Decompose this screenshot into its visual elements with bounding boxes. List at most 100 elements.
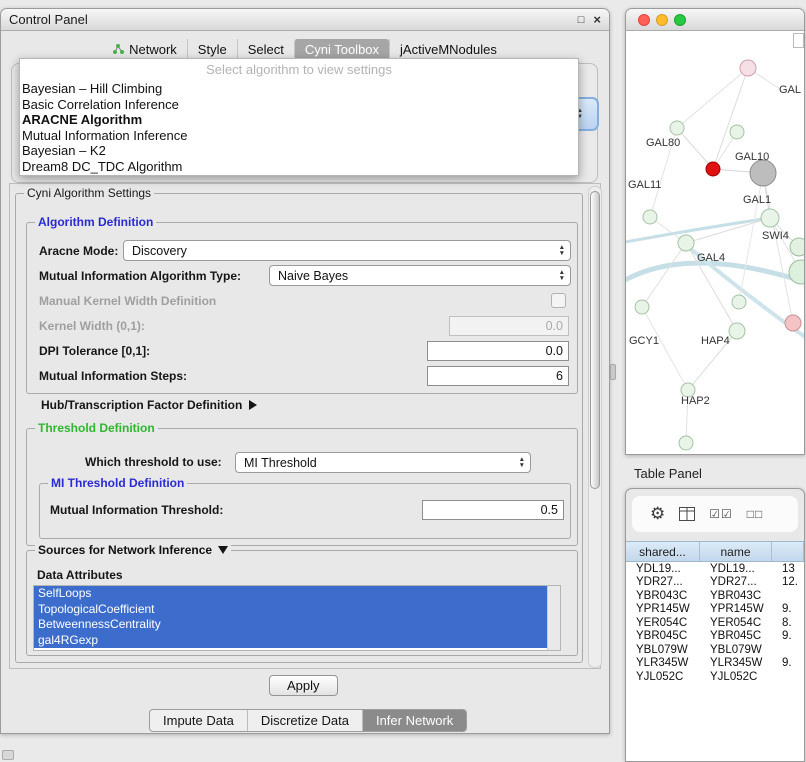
network-node[interactable] [729,323,745,339]
group-title: Cyni Algorithm Settings [24,186,154,200]
list-scrollbar[interactable] [547,586,560,650]
combo-value: MI Threshold [244,456,317,470]
field-value: 0.0 [546,319,563,333]
network-node[interactable] [785,315,801,331]
network-node[interactable] [635,300,649,314]
control-panel-titlebar[interactable]: Control Panel □ × [1,9,609,31]
tab-network[interactable]: Network [103,39,187,60]
apply-button[interactable]: Apply [269,675,338,696]
scrollbar-thumb[interactable] [590,191,600,489]
column-layout-icon[interactable] [679,507,695,521]
mi-steps-input[interactable]: 6 [427,366,569,386]
dropdown-item[interactable]: Mutual Information Inference [20,128,578,144]
dropdown-item[interactable]: Bayesian – Hill Climbing [20,81,578,97]
network-edge [642,307,688,390]
dropdown-item-highlighted[interactable]: ARACNE Algorithm [20,112,578,128]
tab-cyni-toolbox[interactable]: Cyni Toolbox [294,39,389,60]
dropdown-item[interactable]: Dream8 DC_TDC Algorithm [20,159,578,175]
algorithm-definition-group: Algorithm Definition Aracne Mode: Discov… [26,222,578,394]
settings-gear-icon[interactable]: ⚙ [650,504,665,524]
canvas-scroll-corner[interactable] [793,33,804,48]
dpi-tolerance-input[interactable]: 0.0 [427,341,569,361]
network-node[interactable] [790,238,804,256]
expand-arrow-icon [249,400,257,410]
network-canvas[interactable]: GALGAL80GAL10GAL11GAL1SWI4GAL4GCY1HAP4HA… [626,31,804,454]
tab-impute-data[interactable]: Impute Data [150,710,247,731]
close-window-icon[interactable] [638,14,650,26]
mi-type-select[interactable]: Naive Bayes ▲▼ [269,265,571,286]
table-cell: YPR145W [700,603,772,615]
dropdown-item[interactable]: Bayesian – K2 [20,143,578,159]
window-title: Control Panel [9,12,88,27]
desktop: Control Panel □ × Network Style Select C… [0,0,806,762]
mi-threshold-input[interactable]: 0.5 [422,500,564,520]
sources-group: Sources for Network Inference Data Attri… [26,550,578,656]
collapsed-panel-button[interactable] [2,750,14,760]
sources-title: Sources for Network Inference [38,543,212,557]
chevron-updown-icon: ▲▼ [559,270,565,281]
manual-kernel-checkbox[interactable] [551,293,566,308]
mi-type-label: Mutual Information Algorithm Type: [39,269,241,283]
table-row[interactable]: YJL052CYJL052C [626,670,804,684]
table-row[interactable]: YBR043CYBR043C [626,589,804,603]
table-toolbar: ⚙ ☑☑ □□ [632,496,798,532]
network-node[interactable] [678,235,694,251]
hub-section-toggle[interactable]: Hub/Transcription Factor Definition [41,398,257,412]
sources-toggle[interactable]: Sources for Network Inference [35,543,231,557]
chevron-updown-icon: ▲▼ [519,457,525,468]
column-header-shared[interactable]: shared... [626,542,700,561]
table-row[interactable]: YBL079WYBL079W [626,643,804,657]
network-node[interactable] [730,125,744,139]
table-row[interactable]: YBR045CYBR045C9. [626,630,804,644]
table-cell: YJL052C [700,671,772,683]
network-edge [642,243,686,307]
column-header-name[interactable]: name [700,542,772,561]
network-node[interactable] [740,60,756,76]
data-attributes-label: Data Attributes [37,568,123,582]
attribute-item[interactable]: TopologicalCoefficient [34,602,548,618]
checked-columns-icon[interactable]: ☑☑ [709,507,733,521]
network-node[interactable] [670,121,684,135]
table-row[interactable]: YPR145WYPR145W9. [626,603,804,617]
panel-splitter-handle[interactable] [610,364,616,380]
column-header-extra[interactable] [772,542,804,561]
zoom-window-icon[interactable] [674,14,686,26]
tab-jactivemnodules[interactable]: jActiveMNodules [389,39,507,60]
attribute-item[interactable]: BetweennessCentrality [34,617,548,633]
traffic-lights [638,14,686,26]
table-row[interactable]: YER054CYER054C8. [626,616,804,630]
table-row[interactable]: YLR345WYLR345W9. [626,657,804,671]
tab-discretize-data[interactable]: Discretize Data [247,710,362,731]
unchecked-columns-icon[interactable]: □□ [747,507,764,521]
network-node[interactable] [732,295,746,309]
tab-label: Style [198,42,227,57]
tab-select[interactable]: Select [237,39,294,60]
table-cell: YER054C [700,617,772,629]
network-view-titlebar[interactable] [626,9,804,31]
aracne-mode-select[interactable]: Discovery ▲▼ [123,240,571,261]
tab-style[interactable]: Style [187,39,237,60]
network-node-label: GAL1 [743,194,771,206]
minimize-window-icon[interactable] [656,14,668,26]
table-row[interactable]: YDL19...YDL19...13 [626,562,804,576]
table-row[interactable]: YDR27...YDR27...12. [626,576,804,590]
network-node-label: GAL11 [628,179,661,191]
network-node[interactable] [750,160,776,186]
attribute-item[interactable]: SelfLoops [34,586,548,602]
which-threshold-select[interactable]: MI Threshold ▲▼ [235,452,531,473]
dropdown-item[interactable]: Basic Correlation Inference [20,97,578,113]
network-node[interactable] [706,162,720,176]
restore-icon[interactable]: □ [578,14,585,26]
network-node[interactable] [643,210,657,224]
table-cell: 9. [772,603,804,615]
close-icon[interactable]: × [593,12,601,27]
table-cell: YBL079W [700,644,772,656]
table-cell: YJL052C [626,671,700,683]
attribute-item[interactable]: gal4RGexp [34,633,548,649]
table-cell: YDR27... [626,576,700,588]
settings-scrollbar[interactable] [588,186,602,668]
network-node[interactable] [761,209,779,227]
network-node[interactable] [679,436,693,450]
tab-infer-network[interactable]: Infer Network [362,710,466,731]
kernel-width-input[interactable]: 0.0 [449,316,569,336]
